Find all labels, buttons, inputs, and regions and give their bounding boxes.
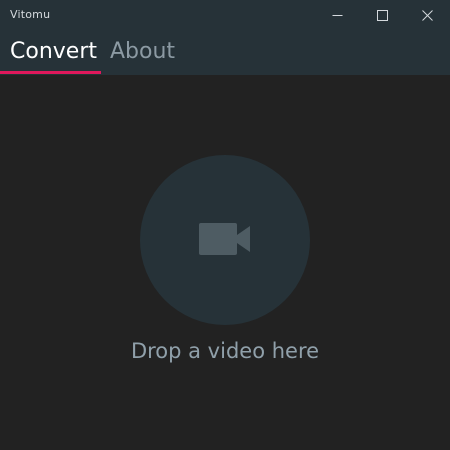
drop-circle[interactable] [140,155,310,325]
title-bar[interactable]: Vitomu [0,0,450,31]
video-drop-zone[interactable]: Drop a video here [0,75,450,450]
close-icon [422,10,433,21]
tab-convert[interactable]: Convert [0,31,101,75]
tab-convert-label: Convert [10,39,97,64]
drop-hint-text: Drop a video here [130,339,320,363]
app-window: Vitomu Convert About Drop a video here [0,0,450,450]
minimize-icon [332,15,343,16]
maximize-button[interactable] [360,0,405,31]
maximize-icon [377,10,388,21]
close-button[interactable] [405,0,450,31]
video-camera-icon [199,223,250,255]
tab-about[interactable]: About [101,31,181,75]
app-title: Vitomu [10,8,51,21]
active-tab-indicator [0,71,101,74]
tab-about-label: About [110,39,176,64]
header: Vitomu Convert About [0,0,450,75]
tab-bar: Convert About [0,31,450,75]
minimize-button[interactable] [315,0,360,31]
